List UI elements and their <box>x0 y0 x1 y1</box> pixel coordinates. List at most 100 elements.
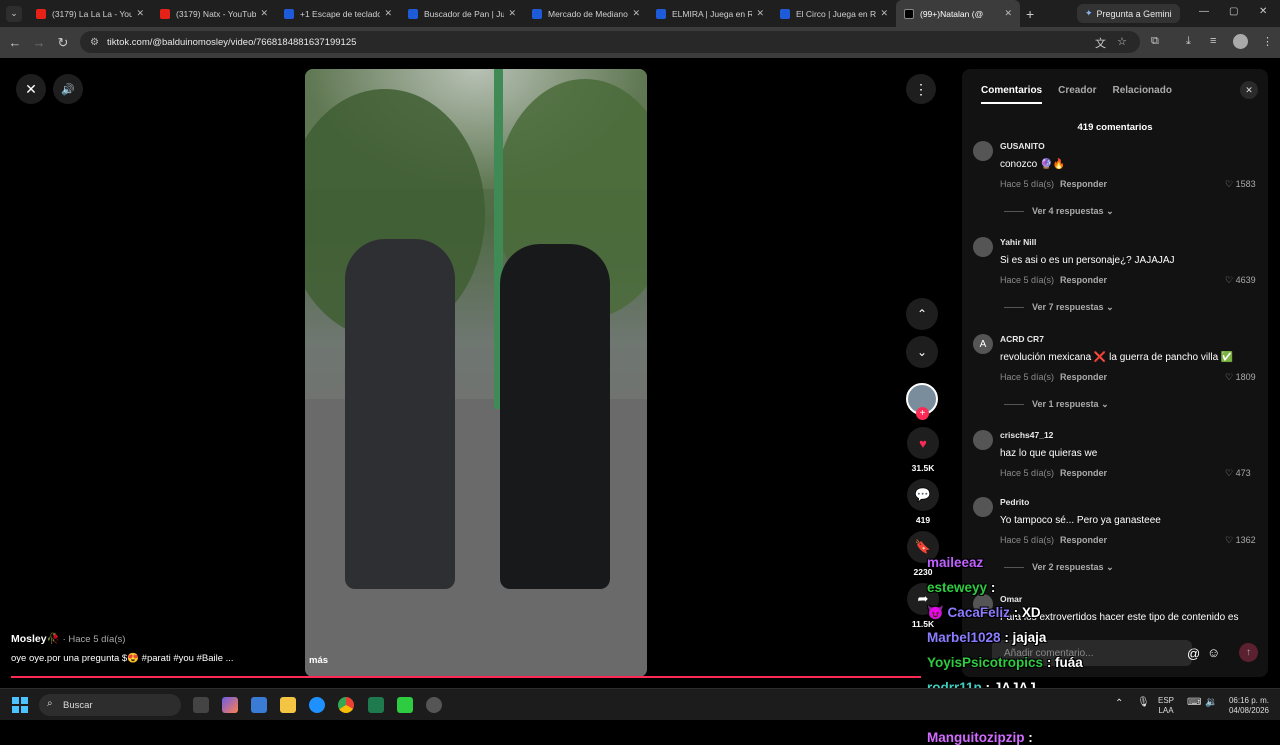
comment-username[interactable]: Omar <box>1000 594 1022 604</box>
close-tab-icon[interactable]: ✕ <box>260 8 268 19</box>
browser-tab-5[interactable]: ELMIRA | Juega en Ro ✕ <box>648 0 772 27</box>
browser-tab-6[interactable]: El Circo | Juega en Ro ✕ <box>772 0 896 27</box>
video-player[interactable]: más <box>305 69 647 677</box>
obs-icon[interactable] <box>426 697 442 713</box>
comment-username[interactable]: Pedrito <box>1000 497 1029 507</box>
close-tab-icon[interactable]: ✕ <box>880 8 888 19</box>
panel-tab-relacionado[interactable]: Relacionado <box>1112 85 1171 104</box>
browser-tab-7[interactable]: (99+)Natalan (@ ✕ <box>896 0 1020 27</box>
panel-tab-comentarios[interactable]: Comentarios <box>981 85 1043 104</box>
close-window-button[interactable]: ✕ <box>1259 6 1267 17</box>
language-indicator[interactable]: ESP LAA <box>1158 696 1174 716</box>
volume-tray-icon[interactable]: 🔉 <box>1205 698 1217 708</box>
comment-likes[interactable]: ♡ 1362 <box>1225 535 1256 546</box>
reply-button[interactable]: Responder <box>1060 275 1107 285</box>
comment-likes[interactable]: ♡ 473 <box>1225 468 1251 479</box>
video-person-right <box>500 244 610 589</box>
tray-chevron-up-icon[interactable]: ⌃ <box>1115 699 1123 709</box>
edge-icon[interactable] <box>309 697 325 713</box>
comment-username[interactable]: crischs47_12 <box>1000 430 1053 440</box>
store-icon[interactable] <box>251 697 267 713</box>
video-more-text[interactable]: más <box>309 655 328 666</box>
close-tab-icon[interactable]: ✕ <box>136 8 144 19</box>
comment-likes[interactable]: ♡ 4639 <box>1225 275 1256 286</box>
roblox-favicon-icon <box>532 8 542 19</box>
browser-menu-icon[interactable]: ⋮ <box>1262 35 1273 48</box>
clock[interactable]: 06:16 p. m. 04/08/2026 <box>1224 696 1274 716</box>
reply-button[interactable]: Responder <box>1060 372 1107 382</box>
comment-username[interactable]: GUSANITO <box>1000 141 1045 151</box>
profile-avatar[interactable] <box>1233 34 1248 49</box>
comment-likes[interactable]: ♡ 1809 <box>1225 372 1256 383</box>
close-video-button[interactable]: ✕ <box>16 74 46 104</box>
tab-search-chevron-icon[interactable]: ⌄ <box>6 5 22 22</box>
minimize-button[interactable]: — <box>1199 6 1209 17</box>
game-app-icon[interactable] <box>397 697 413 713</box>
close-tab-icon[interactable]: ✕ <box>756 8 764 19</box>
chat-username: esteweyy <box>927 580 988 595</box>
taskbar-search-box[interactable]: ⌕ Buscar <box>39 694 181 716</box>
new-tab-button[interactable]: + <box>1026 6 1034 22</box>
volume-icon[interactable]: 🔊 <box>53 74 83 104</box>
microphone-icon[interactable]: 🎙 <box>1137 698 1150 708</box>
comment-time: Hace 5 día(s) <box>1000 468 1055 478</box>
copilot-icon[interactable] <box>222 697 238 713</box>
comment-bubble-icon[interactable]: 💬 <box>907 479 939 511</box>
send-comment-button[interactable]: ↑ <box>1239 643 1258 662</box>
emoji-icon[interactable]: ☺ <box>1207 645 1220 660</box>
comment-avatar[interactable] <box>973 141 993 161</box>
close-tab-icon[interactable]: ✕ <box>1004 8 1012 19</box>
next-video-chevron-down-icon[interactable]: ⌄ <box>906 336 938 368</box>
browser-tab-1[interactable]: (3179) Natx - YouTub ✕ <box>152 0 276 27</box>
follow-plus-icon[interactable]: + <box>916 407 929 420</box>
view-replies-button[interactable]: Ver 1 respuesta ⌄ <box>1004 399 1109 410</box>
view-replies-button[interactable]: Ver 7 respuestas ⌄ <box>1004 302 1114 313</box>
previous-video-chevron-up-icon[interactable]: ⌃ <box>906 298 938 330</box>
mention-at-icon[interactable]: @ <box>1187 646 1200 661</box>
file-explorer-icon[interactable] <box>280 697 296 713</box>
view-replies-button[interactable]: Ver 2 respuestas ⌄ <box>1004 562 1114 573</box>
site-info-icon[interactable]: ⚙ <box>90 37 99 48</box>
comment-avatar[interactable]: A <box>973 334 993 354</box>
comment-username[interactable]: Yahir Nill <box>1000 237 1036 247</box>
reply-button[interactable]: Responder <box>1060 179 1107 189</box>
close-panel-button[interactable]: ✕ <box>1240 81 1258 99</box>
excel-icon[interactable] <box>368 697 384 713</box>
comment-avatar[interactable] <box>973 237 993 257</box>
close-tab-icon[interactable]: ✕ <box>508 8 516 19</box>
more-options-icon[interactable]: ⋮ <box>906 74 936 104</box>
like-heart-icon[interactable]: ♥ <box>907 427 939 459</box>
maximize-button[interactable]: ▢ <box>1229 6 1238 17</box>
reply-button[interactable]: Responder <box>1060 535 1107 545</box>
close-tab-icon[interactable]: ✕ <box>632 8 640 19</box>
forward-arrow-icon[interactable]: → <box>27 35 51 50</box>
browser-tab-2[interactable]: +1 Escape de teclado ✕ <box>276 0 400 27</box>
bookmark-star-icon[interactable]: ☆ <box>1117 35 1127 48</box>
view-replies-button[interactable]: Ver 4 respuestas ⌄ <box>1004 206 1114 217</box>
gemini-button[interactable]: ✦ Pregunta a Gemini <box>1077 4 1180 23</box>
comment-time: Hace 5 día(s) <box>1000 275 1055 285</box>
browser-tab-0[interactable]: (3179) La La La - YouT ✕ <box>28 0 152 27</box>
comment-username[interactable]: ACRD CR7 <box>1000 334 1044 344</box>
back-arrow-icon[interactable]: ← <box>3 35 27 50</box>
task-view-icon[interactable] <box>193 697 209 713</box>
browser-tab-4[interactable]: Mercado de Mediano ✕ <box>524 0 648 27</box>
url-omnibox[interactable]: ⚙ tiktok.com/@balduinomosley/video/76681… <box>80 31 1140 53</box>
comment-likes[interactable]: ♡ 1583 <box>1225 179 1256 190</box>
extensions-icon[interactable]: ⧉ <box>1151 35 1159 48</box>
download-icon[interactable]: ⤓ <box>1186 35 1191 48</box>
translate-icon[interactable]: ⽂ <box>1095 35 1106 51</box>
comment-avatar[interactable] <box>973 497 993 517</box>
reload-icon[interactable]: ↻ <box>51 35 75 51</box>
reading-list-icon[interactable]: ≡ <box>1210 35 1216 47</box>
network-icon[interactable]: ⌨ <box>1187 698 1201 708</box>
reply-button[interactable]: Responder <box>1060 468 1107 478</box>
chrome-icon[interactable] <box>338 697 354 713</box>
browser-tab-3[interactable]: Buscador de Pan | Jue ✕ <box>400 0 524 27</box>
author-name[interactable]: Mosley🥀 <box>11 633 60 645</box>
comment-avatar[interactable] <box>973 430 993 450</box>
close-tab-icon[interactable]: ✕ <box>384 8 392 19</box>
video-progress-bar[interactable] <box>11 676 921 678</box>
windows-start-icon[interactable] <box>12 697 28 713</box>
panel-tab-creador[interactable]: Creador <box>1058 85 1096 104</box>
